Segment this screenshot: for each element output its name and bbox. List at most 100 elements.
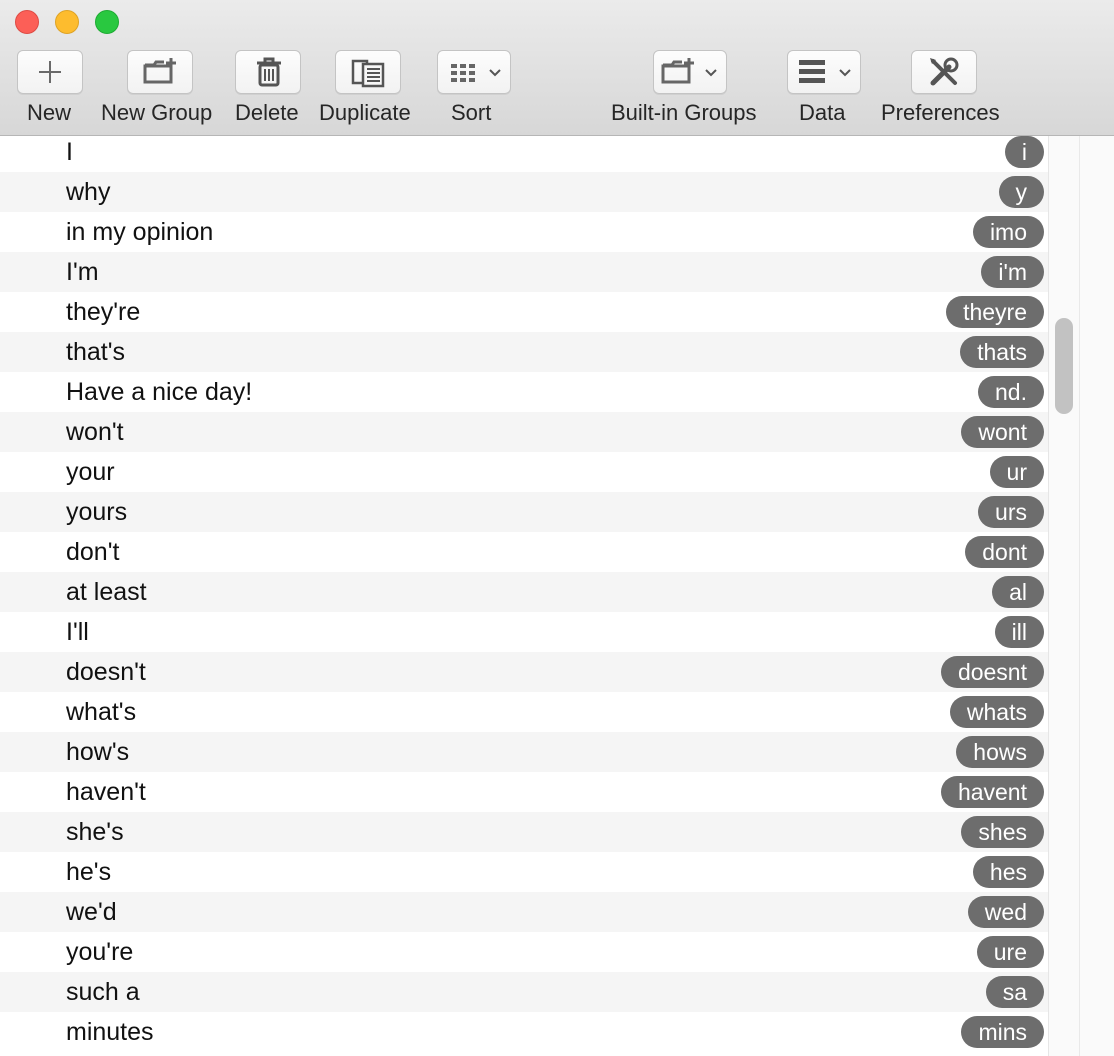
list-item[interactable]: yours urs [0, 492, 1048, 532]
new-button[interactable] [17, 50, 83, 94]
list-item[interactable]: we'd wed [0, 892, 1048, 932]
abbreviation-badge: wont [961, 416, 1044, 448]
abbreviation-badge: whats [949, 696, 1044, 728]
new-label: New [27, 100, 72, 125]
chevron-down-icon [705, 69, 717, 77]
new-group-button[interactable] [127, 50, 193, 94]
phrase-text: don't [66, 538, 120, 566]
phrase-text: why [66, 178, 111, 206]
toolbar: New New Group Delete Duplicate Sort Buil… [0, 0, 1114, 136]
folder-plus-icon [661, 58, 694, 84]
abbreviation-badge: al [992, 576, 1044, 608]
list-item[interactable]: haven't havent [0, 772, 1048, 812]
phrase-text: we'd [66, 898, 117, 926]
abbreviation-badge: ill [994, 616, 1044, 648]
list-item[interactable]: won't wont [0, 412, 1048, 452]
list-item[interactable]: such a sa [0, 972, 1048, 1012]
abbreviation-badge: y [998, 176, 1044, 208]
plus-icon [39, 61, 61, 83]
folder-plus-icon [143, 58, 176, 84]
list-item[interactable]: your ur [0, 452, 1048, 492]
abbreviation-badge: imo [972, 216, 1044, 248]
list-item[interactable]: what's whats [0, 692, 1048, 732]
phrase-text: that's [66, 338, 125, 366]
phrase-text: he's [66, 858, 112, 886]
phrase-text: at least [66, 578, 147, 606]
abbreviation-badge: sa [985, 976, 1044, 1008]
shortcut-list[interactable]: Ii why y in my opinion imo I'm i'm they're theyr… [0, 136, 1048, 1056]
list-item[interactable]: I'll ill [0, 612, 1048, 652]
abbreviation-badge: i'm [981, 256, 1044, 288]
abbreviation-badge: hows [956, 736, 1044, 768]
list-item[interactable]: that's thats [0, 332, 1048, 372]
list-item[interactable]: Ii [0, 136, 1048, 172]
phrase-text: I'll [66, 618, 89, 646]
phrase-text: in my opinion [66, 218, 214, 246]
duplicate-icon [351, 59, 385, 88]
phrase-text: I [66, 138, 73, 166]
abbreviation-badge: shes [961, 816, 1044, 848]
builtin-groups-label: Built-in Groups [611, 100, 757, 125]
trash-icon [257, 57, 281, 87]
duplicate-label: Duplicate [319, 100, 411, 125]
chevron-down-icon [489, 69, 501, 77]
abbreviation-badge: doesnt [940, 656, 1044, 688]
list-item[interactable]: doesn't doesnt [0, 652, 1048, 692]
minimize-icon[interactable] [55, 10, 79, 34]
scrollbar-divider [1079, 136, 1080, 1056]
abbreviation-badge: thats [960, 336, 1044, 368]
scrollbar-thumb[interactable] [1055, 318, 1073, 414]
list-icon [799, 60, 825, 83]
delete-label: Delete [235, 100, 299, 125]
list-item[interactable]: Have a nice day! nd. [0, 372, 1048, 412]
list-item[interactable]: at least al [0, 572, 1048, 612]
grid-icon [451, 64, 475, 82]
phrase-text: yours [66, 498, 128, 526]
duplicate-button[interactable] [335, 50, 401, 94]
abbreviation-badge: nd. [978, 376, 1044, 408]
phrase-text: doesn't [66, 658, 146, 686]
list-item[interactable]: minutes mins [0, 1012, 1048, 1052]
data-label: Data [799, 100, 846, 125]
phrase-text: your [66, 458, 115, 486]
new-group-label: New Group [101, 100, 213, 125]
wrench-screwdriver-icon [930, 57, 959, 86]
sort-label: Sort [451, 100, 492, 125]
zoom-icon[interactable] [95, 10, 119, 34]
abbreviation-badge: theyre [946, 296, 1044, 328]
phrase-text: such a [66, 978, 140, 1006]
list-item[interactable]: in my opinion imo [0, 212, 1048, 252]
phrase-text: what's [66, 698, 137, 726]
phrase-text: minutes [66, 1018, 154, 1046]
list-item[interactable]: why y [0, 172, 1048, 212]
abbreviation-badge: i [1004, 136, 1044, 168]
phrase-text: how's [66, 738, 130, 766]
phrase-text: won't [66, 418, 124, 446]
phrase-text: you're [66, 938, 134, 966]
data-button[interactable] [787, 50, 861, 94]
preferences-label: Preferences [881, 100, 1000, 125]
close-icon[interactable] [15, 10, 39, 34]
list-item[interactable]: she's shes [0, 812, 1048, 852]
list-item[interactable]: how's hows [0, 732, 1048, 772]
abbreviation-badge: mins [961, 1016, 1044, 1048]
abbreviation-badge: dont [965, 536, 1044, 568]
list-item[interactable]: he's hes [0, 852, 1048, 892]
abbreviation-badge: havent [940, 776, 1044, 808]
abbreviation-badge: ur [989, 456, 1044, 488]
builtin-groups-button[interactable] [653, 50, 727, 94]
list-item[interactable]: don't dont [0, 532, 1048, 572]
phrase-text: Have a nice day! [66, 378, 253, 406]
preferences-button[interactable] [911, 50, 977, 94]
list-item[interactable]: they're theyre [0, 292, 1048, 332]
chevron-down-icon [839, 69, 851, 77]
phrase-text: they're [66, 298, 141, 326]
phrase-text: she's [66, 818, 124, 846]
abbreviation-badge: urs [978, 496, 1044, 528]
sort-button[interactable] [437, 50, 511, 94]
list-item[interactable]: I'm i'm [0, 252, 1048, 292]
phrase-text: I'm [66, 258, 99, 286]
delete-button[interactable] [235, 50, 301, 94]
scrollbar-track[interactable] [1048, 136, 1114, 1056]
list-item[interactable]: you're ure [0, 932, 1048, 972]
